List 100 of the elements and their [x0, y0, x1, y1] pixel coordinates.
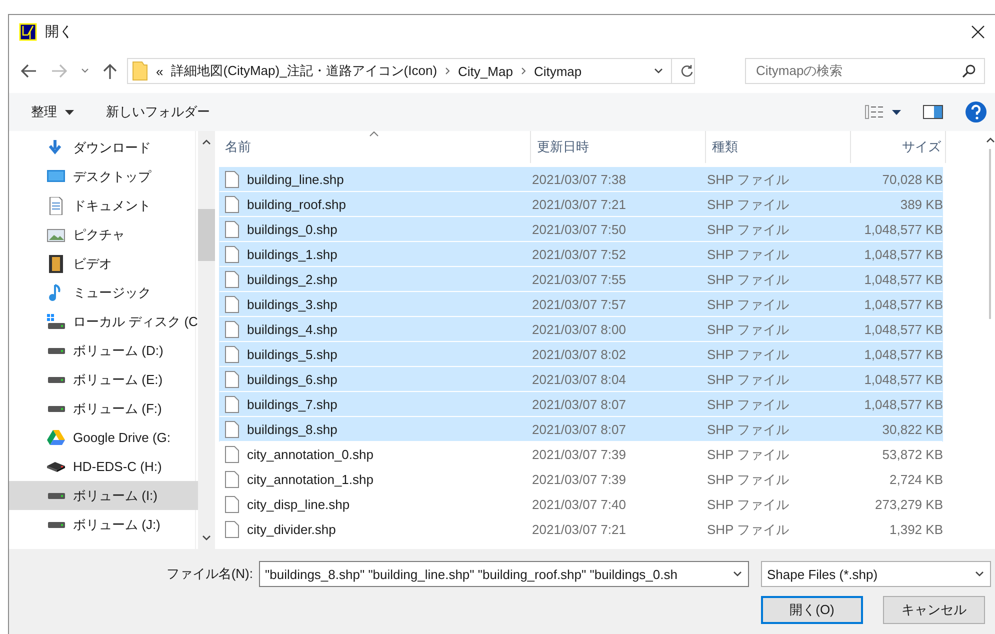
drive-icon [47, 520, 65, 528]
file-row[interactable]: buildings_8.shp 2021/03/07 8:07 SHP ファイル 30,822 KB [219, 417, 943, 442]
modified-date: 2021/03/07 7:40 [532, 497, 626, 512]
close-icon[interactable] [971, 25, 985, 39]
folder-icon [132, 61, 148, 81]
help-icon[interactable] [965, 101, 987, 123]
sidebar-item[interactable]: ボリューム (F:) [9, 394, 198, 423]
file-name: buildings_2.shp [247, 272, 338, 287]
file-row[interactable]: buildings_2.shp 2021/03/07 7:55 SHP ファイル 1,048,577 KB [219, 267, 943, 292]
sidebar-item[interactable]: Google Drive (G: [9, 423, 198, 452]
sidebar-item[interactable]: ドキュメント [9, 191, 198, 220]
file-size: 1,392 KB [890, 522, 943, 537]
file-row[interactable]: city_annotation_1.shp 2021/03/07 7:39 SHP ファイル 2,724 KB [219, 467, 943, 492]
recent-caret-icon[interactable] [81, 68, 89, 74]
external-icon [47, 460, 65, 472]
file-name: buildings_6.shp [247, 372, 338, 387]
sidebar-item[interactable]: ボリューム (D:) [9, 336, 198, 365]
file-type: SHP ファイル [707, 196, 790, 214]
scroll-down-icon [202, 535, 211, 541]
breadcrumb[interactable]: Citymap [534, 64, 582, 78]
back-arrow-icon[interactable] [21, 64, 37, 78]
drive-icon [47, 492, 65, 500]
file-size: 1,048,577 KB [864, 322, 943, 337]
up-arrow-icon[interactable] [103, 63, 117, 79]
file-row[interactable]: buildings_3.shp 2021/03/07 7:57 SHP ファイル 1,048,577 KB [219, 292, 943, 317]
modified-date: 2021/03/07 8:07 [532, 397, 626, 412]
file-size: 1,048,577 KB [864, 397, 943, 412]
file-row[interactable]: buildings_0.shp 2021/03/07 7:50 SHP ファイル 1,048,577 KB [219, 217, 943, 242]
file-type: SHP ファイル [707, 246, 790, 264]
breadcrumb[interactable]: City_Map [458, 64, 513, 78]
file-size: 30,822 KB [882, 422, 943, 437]
file-icon [225, 446, 239, 463]
file-type: SHP ファイル [707, 446, 790, 464]
file-row[interactable]: building_roof.shp 2021/03/07 7:21 SHP ファイル 389 KB [219, 192, 943, 217]
file-row[interactable]: buildings_5.shp 2021/03/07 8:02 SHP ファイル 1,048,577 KB [219, 342, 943, 367]
sidebar-item[interactable]: ミュージック [9, 278, 198, 307]
file-type: SHP ファイル [707, 520, 790, 538]
modified-date: 2021/03/07 7:39 [532, 472, 626, 487]
cloud-icon [47, 428, 65, 446]
document-icon [47, 196, 65, 214]
modified-date: 2021/03/07 7:39 [532, 447, 626, 462]
file-type-dropdown[interactable]: Shape Files (*.shp) [761, 561, 991, 587]
address-bar[interactable]: « 詳細地図(CityMap)_注記・道路アイコン(Icon) City_Map Citymap [127, 58, 695, 84]
file-name-field[interactable]: "buildings_8.shp" "building_line.shp" "building_roof.shp" "buildings_0.sh [259, 561, 749, 587]
column-header[interactable]: サイズ [851, 131, 946, 163]
breadcrumb[interactable]: 詳細地図(CityMap)_注記・道路アイコン(Icon) [171, 62, 438, 80]
refresh-icon[interactable] [680, 64, 694, 78]
dropdown-caret-icon [654, 68, 663, 74]
sidebar-item[interactable]: ビデオ [9, 249, 198, 278]
column-header[interactable]: 名前 [219, 131, 531, 163]
file-size: 389 KB [900, 197, 943, 212]
sidebar-item[interactable]: ボリューム (J:) [9, 510, 198, 539]
sidebar-item[interactable]: HD-EDS-C (H:) [9, 452, 198, 481]
file-row[interactable]: buildings_7.shp 2021/03/07 8:07 SHP ファイル 1,048,577 KB [219, 392, 943, 417]
sidebar-item[interactable]: デスクトップ [9, 162, 198, 191]
file-size: 53,872 KB [882, 447, 943, 462]
file-size: 1,048,577 KB [864, 347, 943, 362]
sidebar-item[interactable]: ボリューム (I:) [9, 481, 198, 510]
file-name: building_roof.shp [247, 197, 346, 212]
sidebar-item[interactable]: ローカル ディスク (C [9, 307, 198, 336]
modified-date: 2021/03/07 7:57 [532, 297, 626, 312]
sidebar-item[interactable]: ピクチャ [9, 220, 198, 249]
dropdown-caret-icon [975, 571, 984, 577]
search-field[interactable]: Citymapの検索 [745, 58, 985, 84]
file-row[interactable]: city_divider.shp 2021/03/07 7:21 SHP ファイル 1,392 KB [219, 517, 943, 542]
modified-date: 2021/03/07 7:52 [532, 247, 626, 262]
file-name: buildings_4.shp [247, 322, 338, 337]
sidebar-scrollbar[interactable] [198, 131, 215, 549]
modified-date: 2021/03/07 8:00 [532, 322, 626, 337]
sidebar-item[interactable]: ダウンロード [9, 133, 198, 162]
view-options-icon[interactable] [865, 105, 901, 119]
file-name: city_divider.shp [247, 522, 336, 537]
file-row[interactable]: buildings_6.shp 2021/03/07 8:04 SHP ファイル 1,048,577 KB [219, 367, 943, 392]
preview-pane-icon[interactable] [923, 105, 943, 119]
file-icon [225, 346, 239, 363]
chevron-icon [520, 67, 526, 75]
column-header[interactable]: 更新日時 [531, 131, 706, 163]
file-name: buildings_1.shp [247, 247, 338, 262]
file-row[interactable]: building_line.shp 2021/03/07 7:38 SHP ファイル 70,028 KB [219, 167, 943, 192]
file-size: 1,048,577 KB [864, 297, 943, 312]
file-row[interactable]: buildings_4.shp 2021/03/07 8:00 SHP ファイル 1,048,577 KB [219, 317, 943, 342]
organize-menu-button[interactable]: 整理 [29, 99, 76, 125]
modified-date: 2021/03/07 7:50 [532, 222, 626, 237]
file-icon [225, 371, 239, 388]
new-folder-button[interactable]: 新しいフォルダー [104, 99, 212, 125]
file-row[interactable]: city_annotation_0.shp 2021/03/07 7:39 SHP ファイル 53,872 KB [219, 442, 943, 467]
file-row[interactable]: buildings_1.shp 2021/03/07 7:52 SHP ファイル 1,048,577 KB [219, 242, 943, 267]
file-icon [225, 421, 239, 438]
cancel-button[interactable]: キャンセル [883, 596, 985, 624]
open-button[interactable]: 開く(O) [761, 596, 863, 624]
file-icon [225, 396, 239, 413]
sidebar-item[interactable]: ボリューム (E:) [9, 365, 198, 394]
file-name: buildings_8.shp [247, 422, 338, 437]
column-header[interactable]: 種類 [706, 131, 851, 163]
drive-icon [47, 376, 65, 384]
file-row[interactable]: city_disp_line.shp 2021/03/07 7:40 SHP ファイル 273,279 KB [219, 492, 943, 517]
overflow-chevrons[interactable]: « [156, 64, 164, 78]
scroll-thumb[interactable] [198, 209, 215, 261]
file-type: SHP ファイル [707, 496, 790, 514]
file-name: building_line.shp [247, 172, 344, 187]
